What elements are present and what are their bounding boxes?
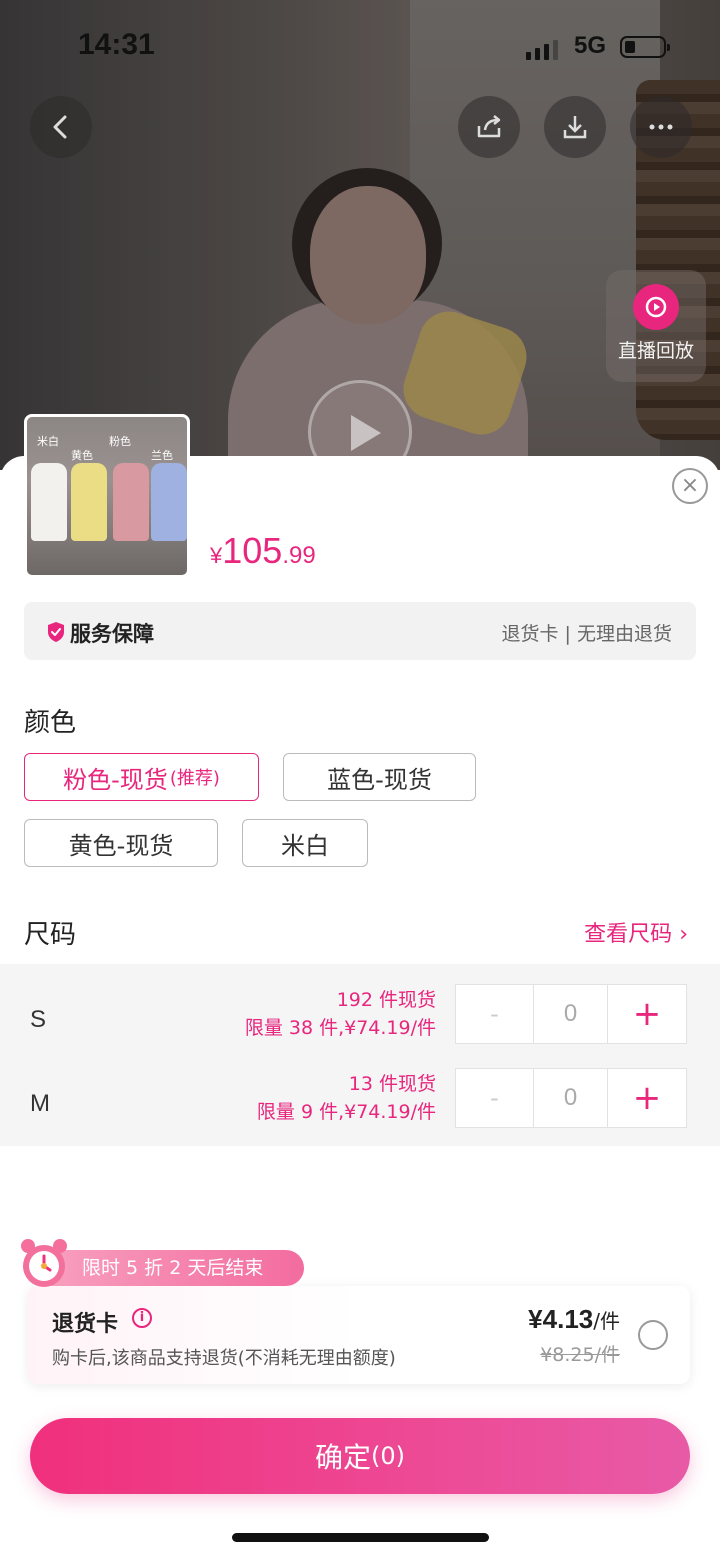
close-icon[interactable]: × xyxy=(672,468,708,504)
shield-check-icon xyxy=(48,622,64,642)
color-option-blue[interactable]: 蓝色-现货 xyxy=(283,753,476,801)
price-decimal: .99 xyxy=(282,542,316,569)
service-title: 服务保障 xyxy=(70,622,154,646)
size-row-s: S 192 件现货 限量 38 件,¥74.19/件 - 0 + xyxy=(0,984,720,1064)
signal-icon xyxy=(526,40,558,60)
size-stock: 192 件现货 xyxy=(336,989,436,1011)
return-card-original-price: ¥8.25/件 xyxy=(540,1344,620,1366)
size-list: S 192 件现货 限量 38 件,¥74.19/件 - 0 + M 13 件现… xyxy=(0,964,720,1146)
replay-label: 直播回放 xyxy=(617,340,694,362)
more-button[interactable] xyxy=(630,96,692,158)
return-card-option[interactable]: 退货卡 i 购卡后,该商品支持退货(不消耗无理由额度) ¥4.13/件 ¥8.2… xyxy=(28,1286,690,1384)
color-option-label: 蓝色-现货 xyxy=(327,765,432,794)
battery-icon xyxy=(620,36,670,58)
size-limit: 限量 38 件,¥74.19/件 xyxy=(244,1017,436,1039)
return-card-radio[interactable] xyxy=(638,1320,668,1350)
size-row-m: M 13 件现货 限量 9 件,¥74.19/件 - 0 + xyxy=(0,1068,720,1148)
quantity-stepper: - 0 + xyxy=(455,1068,687,1128)
color-option-white[interactable]: 米白 xyxy=(242,819,368,867)
replay-icon xyxy=(633,284,679,330)
increase-button[interactable]: + xyxy=(608,985,686,1043)
color-option-label: 黄色-现货 xyxy=(68,831,174,860)
download-button[interactable] xyxy=(544,96,606,158)
network-type: 5G xyxy=(574,32,607,59)
size-limit: 限量 9 件,¥74.19/件 xyxy=(256,1101,436,1123)
size-section-title: 尺码 xyxy=(24,920,77,950)
live-replay-button[interactable]: 直播回放 xyxy=(606,270,706,382)
size-stock-info: 192 件现货 限量 38 件,¥74.19/件 xyxy=(245,986,436,1042)
price-integer: 105 xyxy=(222,530,283,571)
size-chart-label: 查看尺码 xyxy=(584,922,673,947)
shirt-pink xyxy=(113,463,149,541)
status-bar: 14:31 5G xyxy=(0,28,720,68)
share-icon xyxy=(477,115,501,138)
return-card-desc: 购卡后,该商品支持退货(不消耗无理由额度) xyxy=(52,1348,396,1369)
chevron-right-icon: › xyxy=(679,922,688,947)
size-name: M xyxy=(30,1090,50,1117)
thumb-tag: 米白 xyxy=(37,435,59,448)
quantity-input[interactable]: 0 xyxy=(534,1069,608,1127)
color-option-label: 米白 xyxy=(281,831,329,860)
quantity-stepper: - 0 + xyxy=(455,984,687,1044)
return-card-price-unit: /件 xyxy=(593,1309,620,1333)
increase-button[interactable]: + xyxy=(608,1069,686,1127)
color-option-yellow[interactable]: 黄色-现货 xyxy=(24,819,218,867)
color-option-pink[interactable]: 粉色-现货 (推荐) xyxy=(24,753,259,801)
product-thumbnail[interactable]: 米白 黄色 粉色 兰色 xyxy=(24,414,190,578)
alarm-clock-icon xyxy=(21,1239,67,1287)
back-button[interactable] xyxy=(30,96,92,158)
size-stock-info: 13 件现货 限量 9 件,¥74.19/件 xyxy=(257,1070,436,1126)
confirm-button[interactable]: 确定 (0) xyxy=(30,1418,690,1494)
quantity-input[interactable]: 0 xyxy=(534,985,608,1043)
share-button[interactable] xyxy=(458,96,520,158)
shirt-blue xyxy=(151,463,187,541)
home-indicator xyxy=(232,1533,489,1542)
chevron-left-icon xyxy=(53,115,67,139)
decrease-button[interactable]: - xyxy=(456,985,534,1043)
size-name: S xyxy=(30,1006,47,1033)
confirm-count: (0) xyxy=(371,1442,405,1470)
return-card-title: 退货卡 xyxy=(52,1312,119,1337)
thumb-tag: 粉色 xyxy=(109,435,131,448)
info-icon[interactable]: i xyxy=(132,1308,152,1328)
return-card-price-value: ¥4.13 xyxy=(528,1304,594,1334)
product-price: ¥105.99 xyxy=(210,530,316,572)
color-option-sub: (推荐) xyxy=(169,768,220,789)
shirt-yellow xyxy=(71,463,107,541)
size-chart-link[interactable]: 查看尺码 › xyxy=(584,916,688,948)
thumb-tag: 黄色 xyxy=(71,449,93,462)
thumb-tag: 兰色 xyxy=(151,449,173,462)
size-stock: 13 件现货 xyxy=(348,1073,436,1095)
service-guarantee-bar[interactable]: 服务保障 退货卡 | 无理由退货 xyxy=(24,602,696,660)
decrease-button[interactable]: - xyxy=(456,1069,534,1127)
download-icon xyxy=(563,116,587,139)
status-time: 14:31 xyxy=(78,28,155,61)
return-card-price: ¥4.13/件 xyxy=(528,1304,620,1335)
more-dots-icon xyxy=(649,124,673,130)
price-currency: ¥ xyxy=(210,543,223,568)
shirt-white xyxy=(31,463,67,541)
service-details: 退货卡 | 无理由退货 xyxy=(501,623,672,645)
confirm-label: 确定 xyxy=(314,1441,371,1474)
color-section-title: 颜色 xyxy=(24,708,77,738)
color-option-label: 粉色-现货 xyxy=(63,765,168,794)
limited-time-tag: 限时 5 折 2 天后结束 xyxy=(40,1250,304,1286)
